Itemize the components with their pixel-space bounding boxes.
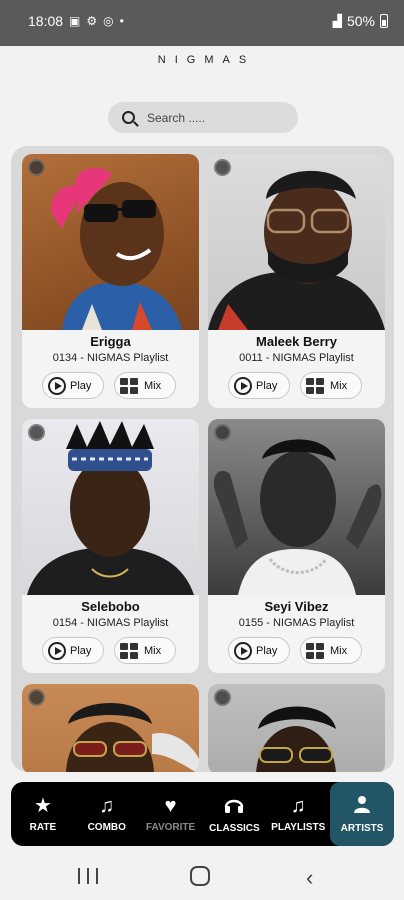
mix-button[interactable]: Mix xyxy=(300,637,362,664)
mix-label: Mix xyxy=(330,379,348,392)
play-icon xyxy=(48,641,66,660)
play-button[interactable]: Play xyxy=(228,637,290,664)
artist-playlist: 0154 - NIGMAS Playlist xyxy=(52,617,169,629)
image-icon: ▣ xyxy=(69,14,81,28)
artist-photo[interactable] xyxy=(22,154,199,330)
music-notes-icon: ♫ xyxy=(290,794,306,817)
home-icon[interactable] xyxy=(190,866,210,886)
select-radio[interactable] xyxy=(214,159,231,176)
tab-rate[interactable]: ★ RATE xyxy=(11,782,75,846)
artist-playlist: 0155 - NIGMAS Playlist xyxy=(238,617,355,629)
play-icon xyxy=(48,376,66,395)
artist-card[interactable]: Maleek Berry 0011 - NIGMAS Playlist Play… xyxy=(208,154,385,408)
artist-card[interactable]: Selebobo 0154 - NIGMAS Playlist Play Mix xyxy=(22,419,199,673)
tab-label: RATE xyxy=(29,821,57,833)
play-button[interactable]: Play xyxy=(228,372,290,399)
play-label: Play xyxy=(70,644,92,657)
back-icon[interactable]: ‹ xyxy=(306,865,313,891)
sync-icon: ◎ xyxy=(103,14,114,28)
artist-playlist: 0134 - NIGMAS Playlist xyxy=(52,352,169,364)
artist-card[interactable]: Erigga 0134 - NIGMAS Playlist Play Mix xyxy=(22,154,199,408)
music-note-icon: ♫ xyxy=(99,794,115,817)
artist-name: Selebobo xyxy=(81,599,140,614)
artist-card[interactable] xyxy=(22,684,199,772)
dot-icon: • xyxy=(119,14,124,28)
mix-button[interactable]: Mix xyxy=(114,637,176,664)
tab-classics[interactable]: CLASSICS xyxy=(202,782,266,846)
artist-photo[interactable] xyxy=(208,684,385,772)
artist-photo[interactable] xyxy=(208,419,385,595)
signal-icon: ▟ xyxy=(332,14,342,28)
play-button[interactable]: Play xyxy=(42,372,104,399)
clock: 18:08 xyxy=(28,13,64,29)
tab-label: COMBO xyxy=(87,821,126,833)
settings-icon: ⚙ xyxy=(86,14,98,28)
artist-card[interactable] xyxy=(208,684,385,772)
tab-playlists[interactable]: ♫ PLAYLISTS xyxy=(266,782,330,846)
person-icon xyxy=(353,795,371,817)
bottom-nav: ★ RATE ♫ COMBO ♥ FAVORITE CLASSICS ♫ PLA… xyxy=(11,782,394,846)
select-radio[interactable] xyxy=(214,689,231,706)
mix-label: Mix xyxy=(144,644,162,657)
search-input[interactable]: Search ..... xyxy=(108,102,298,133)
play-label: Play xyxy=(256,379,278,392)
select-radio[interactable] xyxy=(214,424,231,441)
tab-favorite[interactable]: ♥ FAVORITE xyxy=(139,782,203,846)
mix-button[interactable]: Mix xyxy=(114,372,176,399)
system-nav-bar: ‹ xyxy=(0,852,404,900)
battery-percent: 50% xyxy=(346,13,375,29)
tab-artists[interactable]: ARTISTS xyxy=(330,782,394,846)
app-brand: NIGMAS xyxy=(157,54,256,66)
artist-playlist: 0011 - NIGMAS Playlist xyxy=(239,352,354,364)
artist-name: Seyi Vibez xyxy=(264,599,329,614)
recents-icon[interactable] xyxy=(78,868,98,884)
artist-name: Maleek Berry xyxy=(256,334,337,349)
play-button[interactable]: Play xyxy=(42,637,104,664)
mix-label: Mix xyxy=(330,644,348,657)
select-radio[interactable] xyxy=(28,159,45,176)
heart-icon: ♥ xyxy=(164,794,177,817)
grid-icon xyxy=(306,642,324,659)
tab-combo[interactable]: ♫ COMBO xyxy=(75,782,139,846)
grid-icon xyxy=(306,377,324,394)
artist-grid[interactable]: Erigga 0134 - NIGMAS Playlist Play Mix M… xyxy=(11,146,394,772)
search-placeholder: Search ..... xyxy=(147,110,206,125)
artist-card[interactable]: Seyi Vibez 0155 - NIGMAS Playlist Play M… xyxy=(208,419,385,673)
mix-label: Mix xyxy=(144,379,162,392)
grid-icon xyxy=(120,377,138,394)
grid-icon xyxy=(120,642,138,659)
status-bar: 18:08 ▣ ⚙ ◎ • ▟ 50% xyxy=(0,0,404,46)
mix-button[interactable]: Mix xyxy=(300,372,362,399)
artist-name: Erigga xyxy=(90,334,131,349)
tab-label: ARTISTS xyxy=(340,822,384,834)
play-label: Play xyxy=(70,379,92,392)
headphones-icon xyxy=(224,795,244,817)
play-icon xyxy=(234,641,252,660)
play-icon xyxy=(234,376,252,395)
artist-photo[interactable] xyxy=(22,419,199,595)
tab-label: PLAYLISTS xyxy=(271,821,326,833)
battery-icon xyxy=(380,14,388,28)
search-icon xyxy=(122,111,135,124)
artist-photo[interactable] xyxy=(208,154,385,330)
select-radio[interactable] xyxy=(28,424,45,441)
select-radio[interactable] xyxy=(28,689,45,706)
artist-photo[interactable] xyxy=(22,684,199,772)
star-icon: ★ xyxy=(33,794,52,817)
tab-label: CLASSICS xyxy=(209,822,260,834)
tab-label: FAVORITE xyxy=(145,821,196,833)
play-label: Play xyxy=(256,644,278,657)
